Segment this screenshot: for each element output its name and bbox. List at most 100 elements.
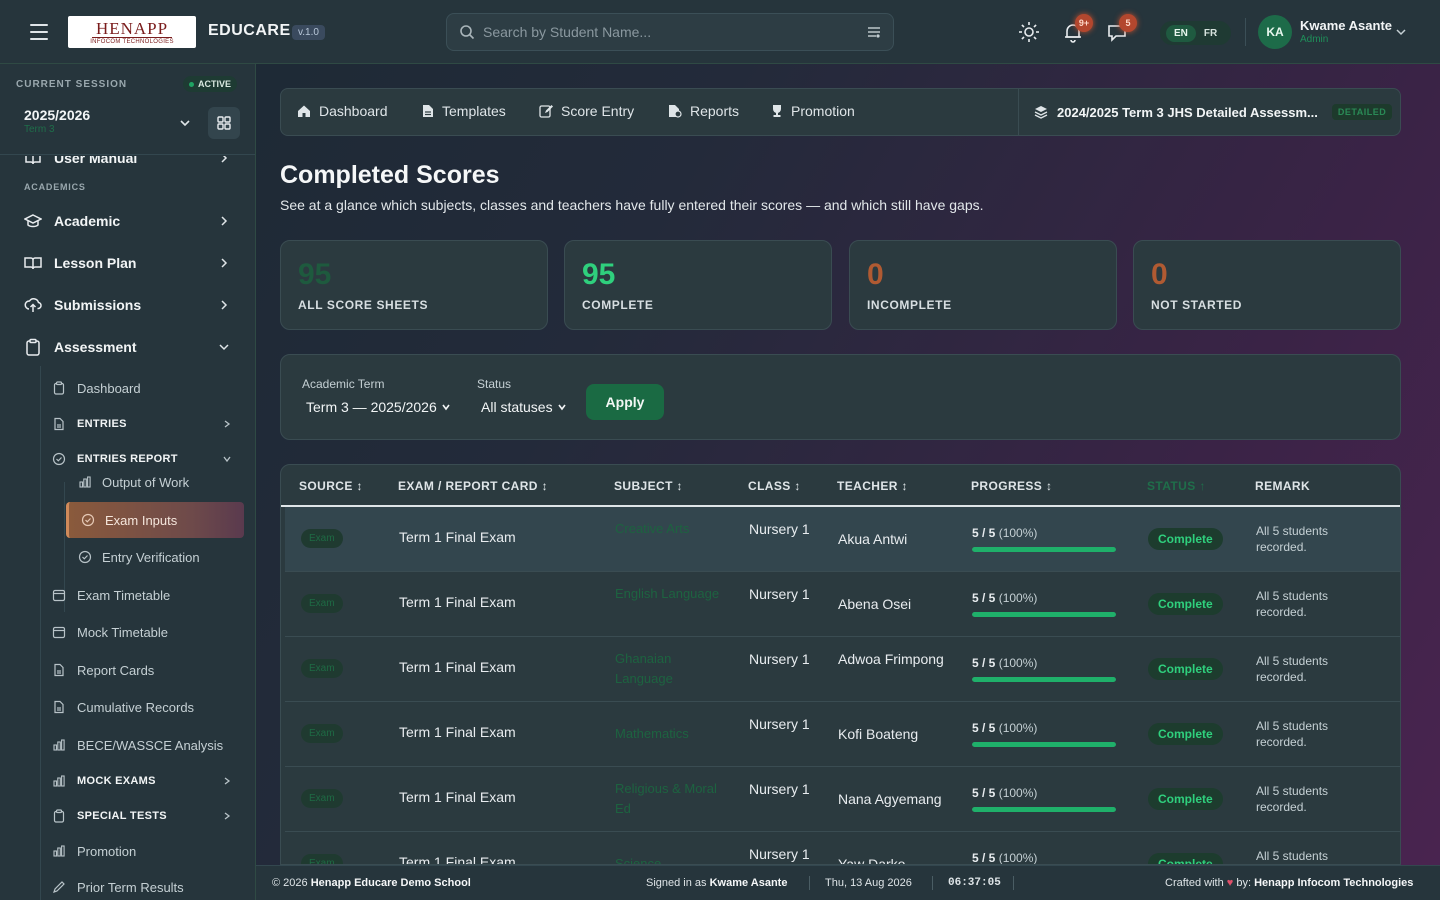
exam-name[interactable]: Term 1 Final Exam: [399, 659, 516, 675]
apply-button[interactable]: Apply: [586, 384, 664, 420]
filter-panel: Academic Term Term 3 — 2025/2026 Status …: [280, 354, 1401, 440]
sidebar-item-academic[interactable]: Academic: [16, 208, 244, 234]
chevron-down-icon: [557, 404, 566, 411]
chevron-down-icon[interactable]: [1395, 26, 1407, 38]
chevron-down-icon[interactable]: [178, 116, 192, 130]
sidebar-sub-prior-term-results[interactable]: Prior Term Results: [40, 875, 244, 899]
sun-icon: [1019, 22, 1039, 42]
tab-promotion[interactable]: Promotion: [771, 103, 855, 119]
teacher-name: Kofi Boateng: [838, 726, 919, 742]
sidebar-subsub-exam-inputs[interactable]: Exam Inputs: [66, 502, 244, 538]
sidebar-item-label: MOCK EXAMS: [77, 775, 156, 787]
column-header-teacher[interactable]: TEACHER ↕: [837, 479, 908, 493]
column-header-class[interactable]: CLASS ↕: [748, 479, 801, 493]
sidebar-sub-report-cards[interactable]: Report Cards: [40, 658, 244, 682]
sidebar-sub-cumulative-records[interactable]: Cumulative Records: [40, 695, 244, 719]
class-name: Nursery 1: [749, 586, 810, 602]
tab-reports[interactable]: Reports: [668, 103, 739, 119]
sidebar-item-assessment[interactable]: Assessment: [16, 334, 244, 360]
column-header-subject[interactable]: SUBJECT ↕: [614, 479, 683, 493]
column-header-exam[interactable]: EXAM / REPORT CARD ↕: [398, 479, 548, 493]
sidebar-nav[interactable]: User Manual ACADEMICS Academic Lesson Pl…: [0, 156, 255, 900]
exam-name[interactable]: Term 1 Final Exam: [399, 724, 516, 740]
company-link[interactable]: Henapp Infocom Technologies: [1254, 877, 1413, 889]
status-badge: Complete: [1148, 853, 1223, 864]
table-row[interactable]: Exam Term 1 Final Exam Mathematics Nursery …: [285, 702, 1400, 767]
teacher-name: Abena Osei: [838, 596, 912, 612]
lang-en-button[interactable]: EN: [1166, 24, 1196, 42]
signed-in-prefix: Signed in as: [646, 877, 707, 889]
tab-templates[interactable]: Templates: [422, 103, 506, 119]
bar-chart-icon: [53, 845, 65, 857]
sidebar-item-label: Cumulative Records: [77, 699, 195, 715]
progress-bar: [972, 612, 1116, 617]
footer-copyright: © 2026 Henapp Educare Demo School: [272, 877, 471, 889]
calendar-icon: [52, 626, 66, 639]
logo[interactable]: HENAPP INFOCOM TECHNOLOGIES: [68, 16, 196, 48]
column-header-progress[interactable]: PROGRESS ↕: [971, 479, 1052, 493]
column-header-source[interactable]: SOURCE ↕: [299, 479, 363, 493]
stat-card-incomplete: 0 INCOMPLETE: [849, 240, 1117, 330]
tab-score-entry[interactable]: Score Entry: [539, 103, 634, 119]
session-grid-button[interactable]: [208, 107, 240, 139]
class-name: Nursery 1: [749, 521, 810, 537]
stat-value: 95: [582, 258, 616, 291]
graduation-cap-icon: [24, 214, 42, 228]
logo-subtext: INFOCOM TECHNOLOGIES: [90, 38, 174, 45]
table-row[interactable]: Exam Term 1 Final Exam Religious & Moral E…: [285, 767, 1400, 832]
menu-icon[interactable]: [30, 24, 48, 40]
divider: [1245, 18, 1246, 46]
school-name: Henapp Educare Demo School: [310, 877, 471, 889]
sidebar-subsub-output-of-work[interactable]: Output of Work: [66, 464, 244, 500]
home-icon: [298, 105, 310, 117]
chevron-right-icon: [221, 258, 228, 268]
sidebar-sub-promotion[interactable]: Promotion: [40, 839, 244, 863]
notifications-button[interactable]: 9+: [1061, 14, 1093, 44]
session-year[interactable]: 2025/2026: [24, 107, 90, 123]
clipboard-icon: [53, 381, 65, 395]
sidebar-item-label: Entry Verification: [102, 549, 200, 565]
search-input[interactable]: [483, 22, 853, 42]
user-name[interactable]: Kwame Asante: [1300, 18, 1392, 33]
theme-toggle[interactable]: [1017, 20, 1041, 44]
sidebar-sub-special-tests[interactable]: SPECIAL TESTS: [40, 804, 244, 828]
table-row[interactable]: Exam Term 1 Final Exam Creative Arts Nurser…: [285, 507, 1400, 572]
status-badge: Complete: [1148, 723, 1223, 745]
subject-name: Mathematics: [615, 726, 689, 741]
sidebar-item-submissions[interactable]: Submissions: [16, 292, 244, 318]
table-row[interactable]: Exam Term 1 Final Exam English Language Nur…: [285, 572, 1400, 637]
exam-name[interactable]: Term 1 Final Exam: [399, 789, 516, 805]
book-icon: [25, 156, 41, 165]
sidebar-sub-dashboard[interactable]: Dashboard: [40, 376, 244, 400]
sidebar-item-lesson-plan[interactable]: Lesson Plan: [16, 250, 244, 276]
table-row[interactable]: Exam Term 1 Final Exam Science Nursery 1 Yaw…: [285, 832, 1400, 865]
messages-button[interactable]: 5: [1105, 14, 1137, 44]
avatar[interactable]: KA: [1258, 15, 1292, 49]
current-report-selector[interactable]: 2024/2025 Term 3 JHS Detailed Assessm...…: [1034, 104, 1393, 120]
tab-dashboard[interactable]: Dashboard: [297, 103, 388, 119]
sidebar-sub-exam-timetable[interactable]: Exam Timetable: [40, 583, 244, 607]
filter-icon[interactable]: [867, 25, 881, 39]
exam-name[interactable]: Term 1 Final Exam: [399, 854, 516, 864]
remark-text: All 5 students recorded.: [1256, 784, 1329, 814]
exam-name[interactable]: Term 1 Final Exam: [399, 594, 516, 610]
class-name: Nursery 1: [749, 716, 810, 732]
report-type-badge: DETAILED: [1331, 104, 1393, 120]
teacher-name: Akua Antwi: [838, 531, 908, 547]
sidebar-sub-entries[interactable]: ENTRIES: [40, 412, 244, 436]
sidebar-sub-bece-wassce[interactable]: BECE/WASSCE Analysis: [40, 733, 244, 757]
progress-percent: (100%): [998, 851, 1038, 865]
status-select[interactable]: All statuses: [481, 399, 567, 415]
table-row[interactable]: Exam Term 1 Final Exam Ghanaian Language Nu…: [285, 637, 1400, 702]
sidebar-sub-mock-exams[interactable]: MOCK EXAMS: [40, 769, 244, 793]
check-circle-icon: [78, 550, 92, 564]
column-header-status[interactable]: STATUS ↑: [1147, 479, 1206, 493]
sidebar-sub-mock-timetable[interactable]: Mock Timetable: [40, 620, 244, 644]
term-select[interactable]: Term 3 — 2025/2026: [306, 399, 451, 415]
sidebar-subsub-entry-verification[interactable]: Entry Verification: [66, 539, 244, 575]
section-label-academics: ACADEMICS: [24, 182, 86, 192]
exam-name[interactable]: Term 1 Final Exam: [399, 529, 516, 545]
sidebar-item-user-manual[interactable]: User Manual: [16, 156, 244, 168]
sidebar-item-label: Exam Timetable: [77, 587, 171, 603]
lang-fr-button[interactable]: FR: [1196, 25, 1225, 42]
